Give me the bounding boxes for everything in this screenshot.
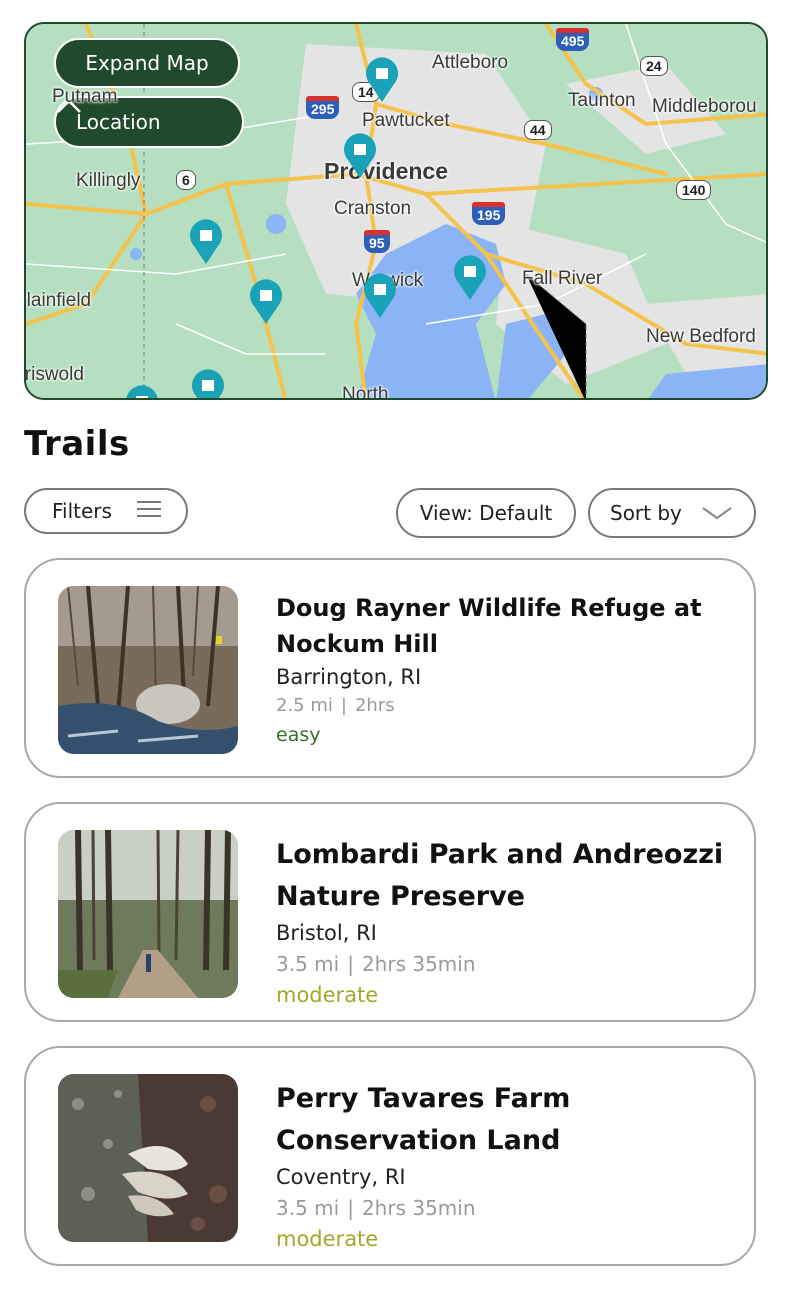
trail-location: Coventry, RI [276,1165,406,1189]
map-pin-icon[interactable] [124,384,160,400]
map-pin-icon[interactable] [364,56,400,104]
trail-distance: 3.5 mi [276,1196,340,1220]
route-shield: 44 [524,120,552,140]
interstate-shield: 95 [364,230,390,253]
trail-title[interactable]: Perry Tavares Farm Conservation Land [276,1078,734,1162]
expand-map-label: Expand Map [85,51,209,75]
meta-separator: | [340,695,347,716]
map-place-label: Plainfield [26,290,92,311]
map-place-label: Taunton [568,90,636,111]
filters-label: Filters [52,499,112,523]
trail-card[interactable]: Perry Tavares Farm Conservation Land Cov… [24,1046,756,1266]
meta-separator: | [347,952,354,976]
interstate-shield: 495 [556,28,590,51]
trail-photo [58,830,238,998]
map-pin-icon[interactable] [452,254,488,302]
trail-duration: 2hrs 35min [361,1196,476,1220]
trail-difficulty: moderate [276,1227,379,1251]
map-place-label: Cranston [334,198,412,219]
map-place-label: Attleboro [432,52,509,73]
view-label: View: Default [419,501,553,525]
map-place-label: Griswold [24,364,84,385]
trail-info: Lombardi Park and Andreozzi Nature Prese… [276,834,734,1010]
map-place-label: Putnam [52,86,118,107]
route-shield: 6 [176,170,196,190]
trail-difficulty: easy [276,724,321,746]
chevron-down-icon [702,501,732,525]
route-shield: 140 [676,180,712,200]
trail-title[interactable]: Lombardi Park and Andreozzi Nature Prese… [276,834,734,918]
trail-difficulty: moderate [276,983,379,1007]
trail-title[interactable]: Doug Rayner Wildlife Refuge at Nockum Hi… [276,590,734,662]
map-view[interactable]: Expand Map Location Attleboro Pawtucket … [24,22,768,400]
trail-photo [58,1074,238,1242]
trail-card[interactable]: Doug Rayner Wildlife Refuge at Nockum Hi… [24,558,756,778]
map-place-label: Fall River [522,268,603,289]
map-pin-icon[interactable] [362,272,398,320]
map-place-label: Middleborou [652,96,757,117]
interstate-shield: 195 [472,202,506,225]
trail-info: Doug Rayner Wildlife Refuge at Nockum Hi… [276,590,734,750]
trail-duration: 2hrs [354,695,395,716]
map-pin-icon[interactable] [342,132,378,180]
expand-map-button[interactable]: Expand Map [54,38,240,88]
trail-info: Perry Tavares Farm Conservation Land Cov… [276,1078,734,1254]
map-place-label: Killingly [76,170,141,191]
meta-separator: | [347,1196,354,1220]
trail-location: Barrington, RI [276,665,422,689]
map-pin-icon[interactable] [190,368,226,400]
view-button[interactable]: View: Default [396,488,576,538]
trail-meta: 3.5 mi | 2hrs 35min [276,948,734,980]
trail-location: Bristol, RI [276,921,377,945]
trail-meta: 3.5 mi | 2hrs 35min [276,1192,734,1224]
trail-distance: 3.5 mi [276,952,340,976]
trail-card[interactable]: Lombardi Park and Andreozzi Nature Prese… [24,802,756,1022]
trail-photo [58,586,238,754]
map-pin-icon[interactable] [188,218,224,266]
trail-distance: 2.5 mi [276,695,333,716]
filters-button[interactable]: Filters [24,488,188,534]
page-title: Trails [24,424,130,464]
map-pin-icon[interactable] [248,278,284,326]
interstate-shield: 295 [306,96,340,119]
map-place-label: North [342,384,389,400]
route-shield: 24 [640,56,668,76]
sort-label: Sort by [610,501,682,525]
sort-button[interactable]: Sort by [588,488,756,538]
location-label: Location [76,110,161,134]
trail-duration: 2hrs 35min [361,952,476,976]
menu-lines-icon [136,499,162,523]
map-place-label: New Bedford [646,326,756,347]
map-place-label: Pawtucket [362,110,450,131]
trail-meta: 2.5 mi | 2hrs [276,692,734,720]
